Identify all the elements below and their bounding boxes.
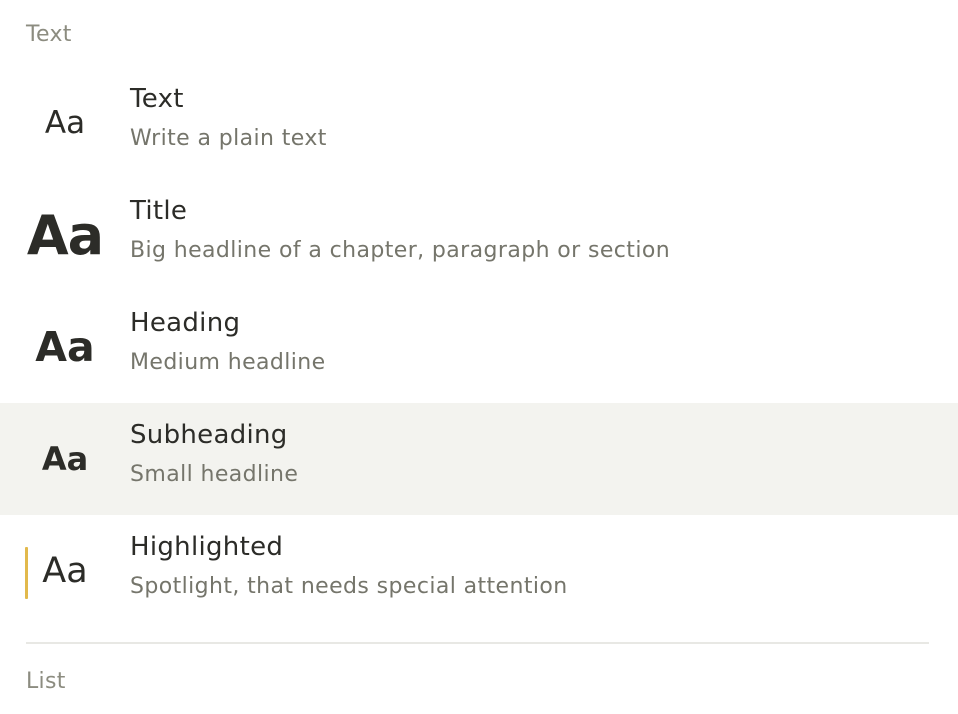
section-divider (26, 642, 929, 644)
menu-item-description: Small headline (130, 462, 299, 487)
menu-item-description: Spotlight, that needs special attention (130, 574, 568, 599)
block-type-menu: Text Aa Text Write a plain text Aa Title… (0, 0, 958, 714)
menu-item-label: Text (130, 84, 184, 114)
menu-item-label: Subheading (130, 420, 288, 450)
section-label-list: List (26, 669, 66, 694)
menu-item-label: Title (130, 196, 188, 226)
menu-item-title[interactable]: Aa Title Big headline of a chapter, para… (0, 179, 958, 291)
menu-item-description: Medium headline (130, 350, 326, 375)
menu-item-text[interactable]: Aa Text Write a plain text (0, 67, 958, 179)
menu-item-heading[interactable]: Aa Heading Medium headline (0, 291, 958, 403)
menu-item-label: Highlighted (130, 532, 284, 562)
title-style-icon: Aa (26, 203, 104, 267)
subheading-style-icon: Aa (41, 440, 89, 478)
heading-style-icon: Aa (35, 323, 95, 371)
menu-item-description: Big headline of a chapter, paragraph or … (130, 238, 671, 263)
text-style-icon: Aa (44, 105, 86, 141)
menu-item-label: Heading (130, 308, 241, 338)
section-label-text: Text (26, 22, 72, 47)
highlighted-style-icon: Aa (42, 551, 88, 591)
menu-item-description: Write a plain text (130, 126, 327, 151)
menu-item-highlighted[interactable]: Aa Highlighted Spotlight, that needs spe… (0, 515, 958, 627)
menu-item-subheading[interactable]: Aa Subheading Small headline (0, 403, 958, 515)
